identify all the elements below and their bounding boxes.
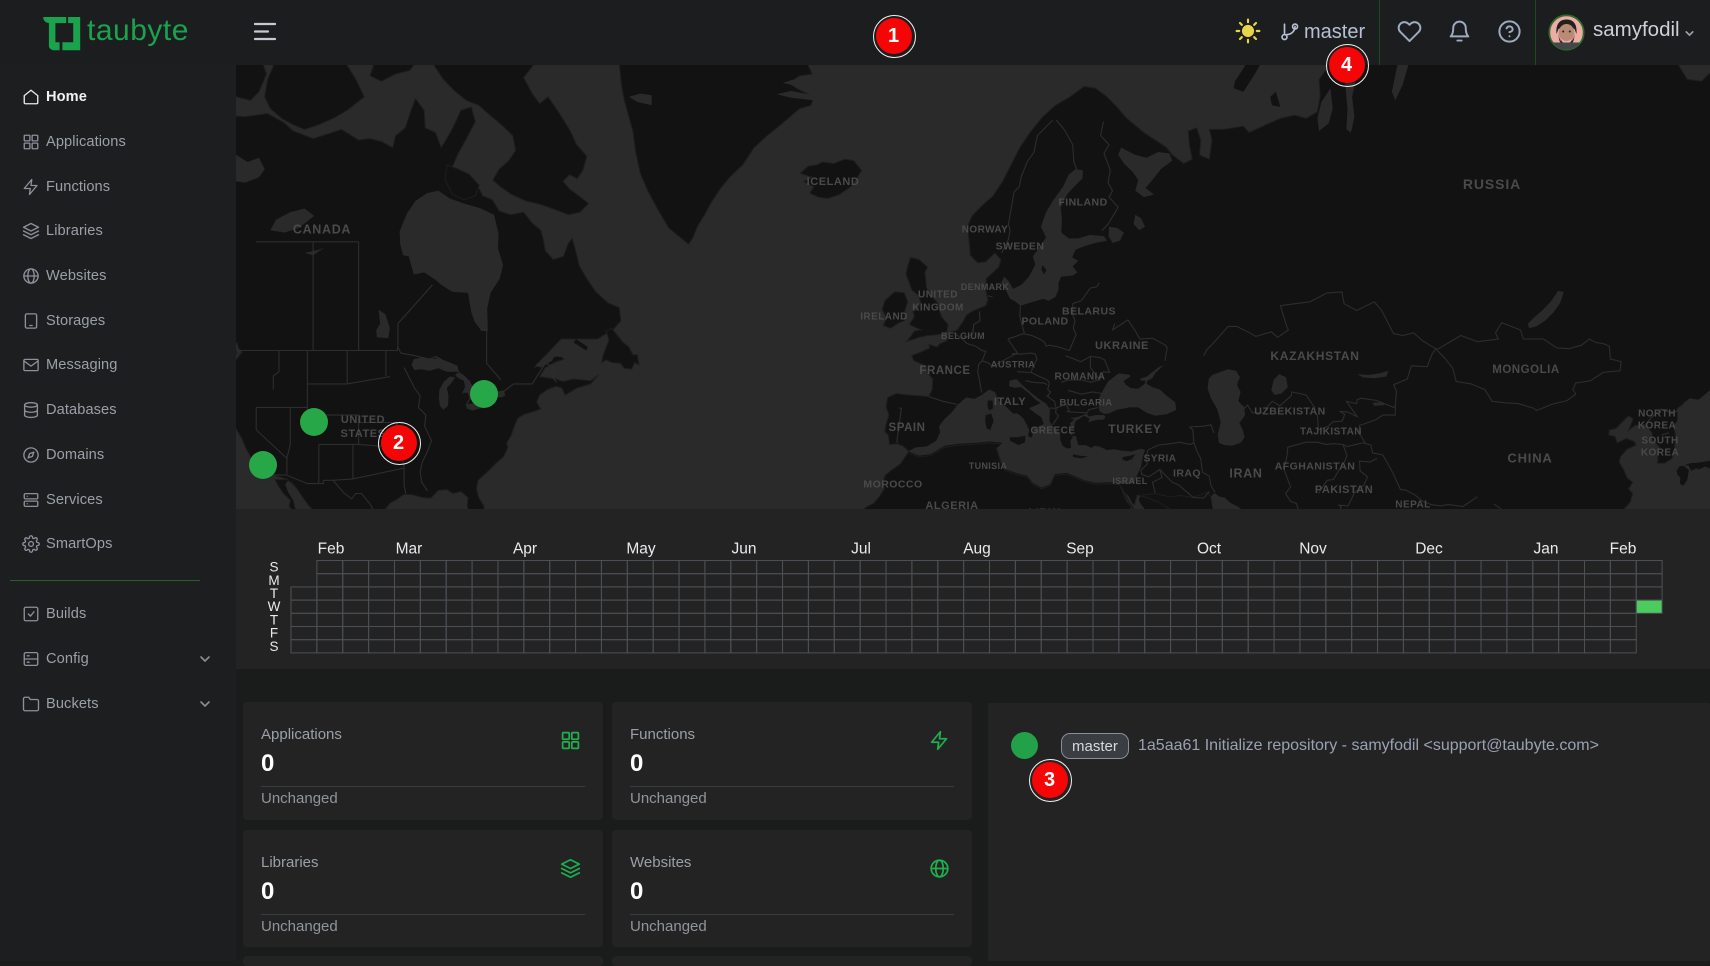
svg-text:CANADA: CANADA [293,222,351,236]
svg-text:May: May [626,541,656,558]
svg-text:FINLAND: FINLAND [1058,197,1107,209]
svg-text:PAKISTAN: PAKISTAN [1315,484,1373,496]
svg-text:ALGERIA: ALGERIA [925,500,978,509]
svg-text:UZBEKISTAN: UZBEKISTAN [1254,406,1325,418]
svg-text:KINGDOM: KINGDOM [912,303,963,314]
svg-text:ICELAND: ICELAND [807,176,860,188]
svg-text:NEPAL: NEPAL [1395,500,1430,510]
svg-text:ITALY: ITALY [994,396,1026,408]
svg-text:SPAIN: SPAIN [889,422,926,434]
svg-text:KAZAKHSTAN: KAZAKHSTAN [1270,349,1359,363]
svg-text:AFGHANISTAN: AFGHANISTAN [1275,461,1356,473]
svg-text:Jul: Jul [851,541,871,558]
svg-text:BELARUS: BELARUS [1062,306,1116,318]
svg-text:KOREA: KOREA [1638,421,1676,432]
svg-text:Jan: Jan [1534,541,1559,558]
svg-text:Aug: Aug [963,541,991,558]
svg-text:SOUTH: SOUTH [1641,436,1678,447]
svg-text:Jun: Jun [732,541,757,558]
svg-text:ISRAEL: ISRAEL [1112,476,1147,486]
svg-text:NORTH: NORTH [1638,409,1676,420]
svg-text:FRANCE: FRANCE [919,365,970,377]
svg-text:IRAN: IRAN [1229,466,1262,480]
svg-text:Feb: Feb [318,541,345,558]
svg-text:BELGIUM: BELGIUM [941,331,985,341]
svg-text:Apr: Apr [513,541,537,558]
svg-text:IRELAND: IRELAND [860,312,908,323]
svg-text:KOREA: KOREA [1641,448,1679,459]
svg-text:MONGOLIA: MONGOLIA [1492,364,1560,376]
svg-text:IRAQ: IRAQ [1173,468,1201,480]
svg-text:SYRIA: SYRIA [1144,454,1177,465]
svg-text:TAJIKISTAN: TAJIKISTAN [1300,427,1362,438]
svg-text:UNITED: UNITED [341,414,385,426]
svg-text:Feb: Feb [1610,541,1637,558]
svg-text:AUSTRIA: AUSTRIA [991,359,1036,370]
svg-text:DENMARK: DENMARK [961,282,1010,292]
svg-text:NORWAY: NORWAY [962,225,1009,236]
svg-text:MOROCCO: MOROCCO [863,479,922,491]
svg-text:TURKEY: TURKEY [1108,422,1161,436]
svg-text:Mar: Mar [396,541,423,558]
svg-text:UKRAINE: UKRAINE [1095,340,1149,352]
svg-text:CHINA: CHINA [1507,451,1552,466]
svg-text:ROMANIA: ROMANIA [1055,372,1106,383]
svg-text:Nov: Nov [1299,541,1327,558]
svg-text:Oct: Oct [1197,541,1222,558]
svg-text:Dec: Dec [1415,541,1443,558]
svg-text:SWEDEN: SWEDEN [996,241,1045,253]
svg-text:RUSSIA: RUSSIA [1463,176,1521,192]
svg-text:GREECE: GREECE [1031,426,1076,437]
svg-text:UNITED: UNITED [918,290,958,301]
svg-text:S: S [269,639,278,654]
svg-text:Sep: Sep [1066,541,1094,558]
svg-text:TUNISIA: TUNISIA [969,461,1008,471]
svg-text:BULGARIA: BULGARIA [1059,397,1112,408]
